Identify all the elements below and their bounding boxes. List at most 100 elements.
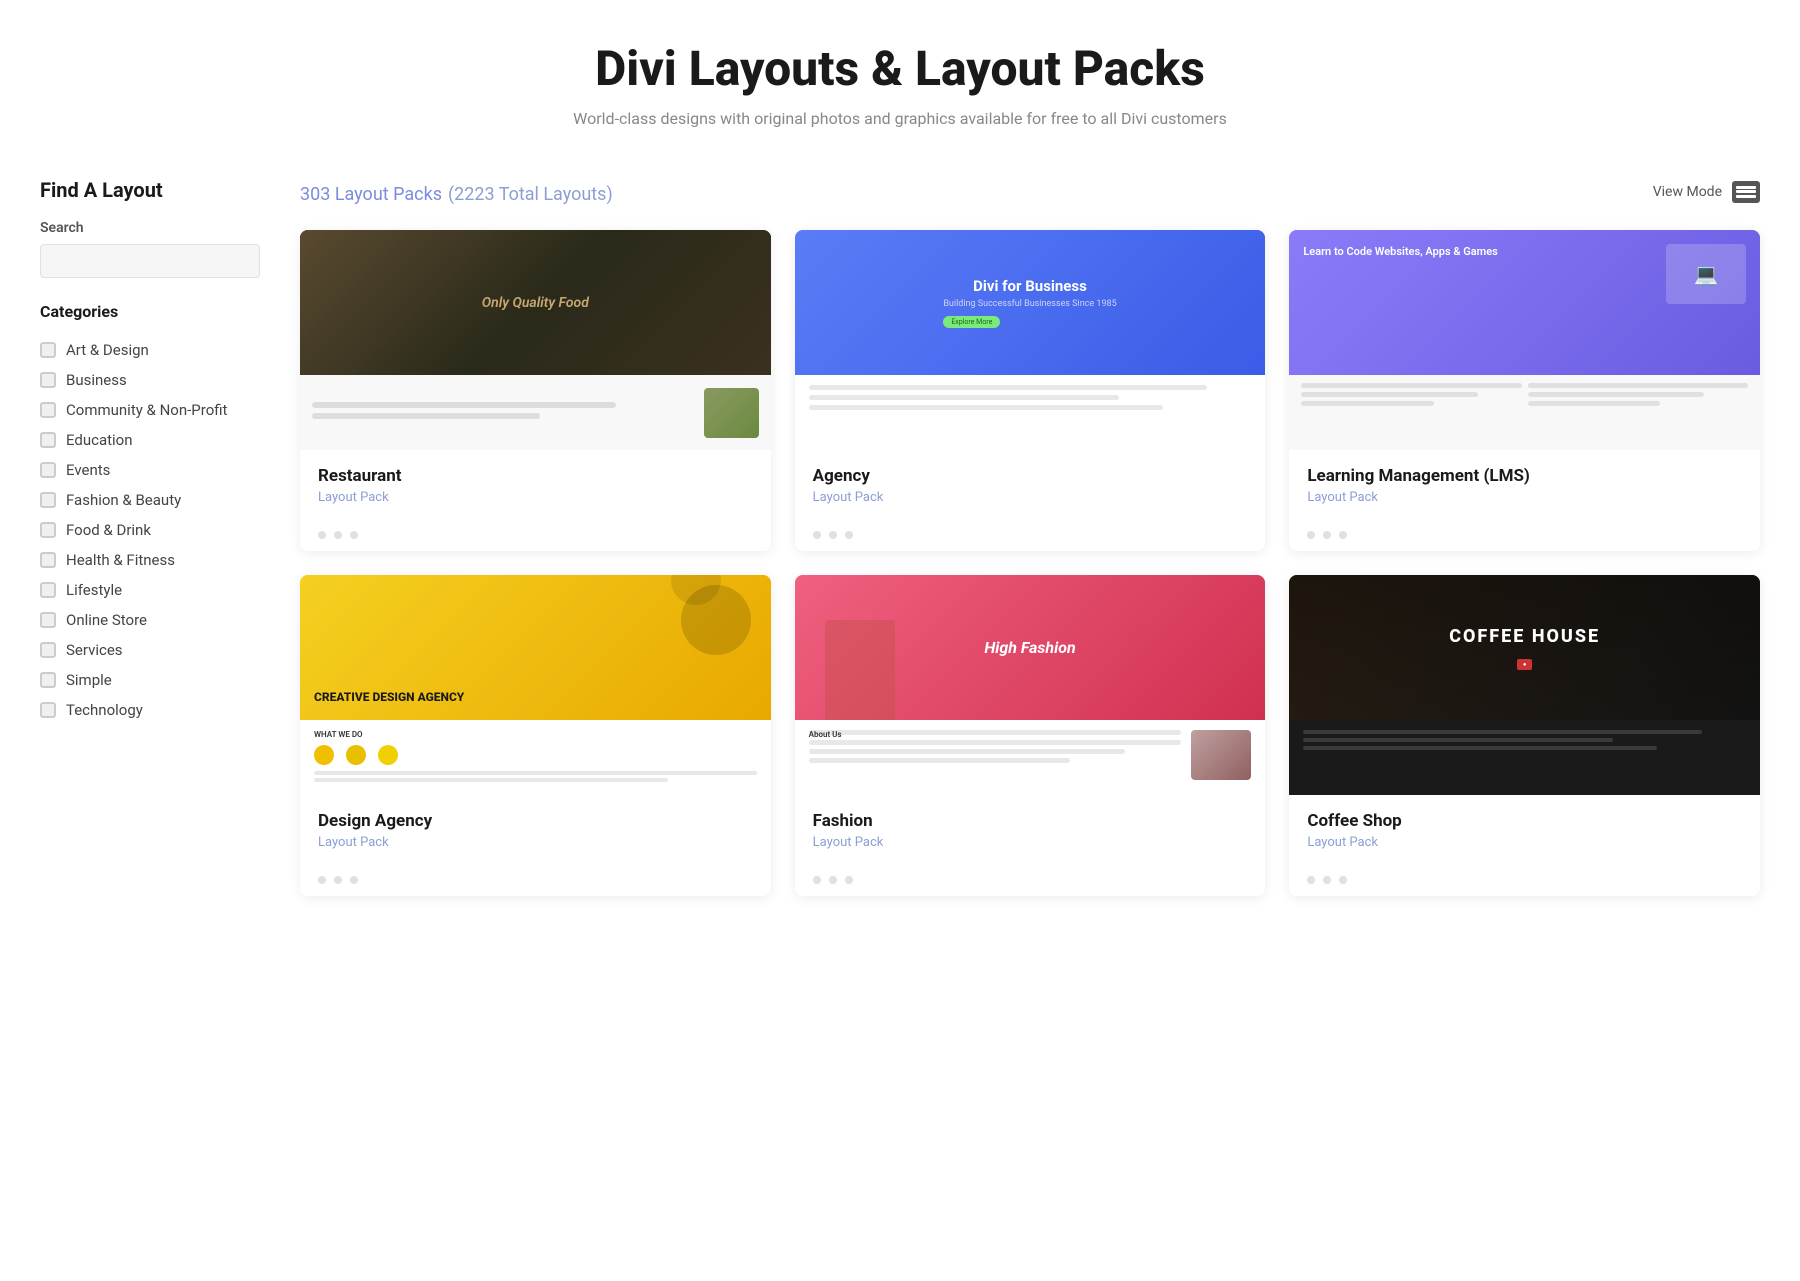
card-info-design-agency: Design Agency Layout Pack [300, 795, 771, 868]
card-title-fashion: Fashion [813, 811, 1248, 831]
category-item-lifestyle[interactable]: Lifestyle [40, 575, 260, 605]
category-checkbox-simple[interactable] [40, 672, 56, 688]
card-dot-1 [813, 876, 821, 884]
layout-count: 303 Layout Packs (2223 Total Layouts) [300, 178, 613, 206]
card-title-lms: Learning Management (LMS) [1307, 466, 1742, 486]
search-label: Search [40, 220, 260, 236]
card-preview-restaurant: Only Quality Food [300, 230, 771, 450]
card-footer-fashion [795, 868, 1266, 896]
main-content: 303 Layout Packs (2223 Total Layouts) Vi… [300, 178, 1760, 896]
layout-grid: Only Quality Food Restaurant Layout Pack [300, 230, 1760, 896]
card-dot-1 [318, 876, 326, 884]
layout-card-design-agency[interactable]: CREATIVE DESIGN AGENCY WHAT WE DO De [300, 575, 771, 896]
card-dot-3 [350, 876, 358, 884]
category-item-fashion-beauty[interactable]: Fashion & Beauty [40, 485, 260, 515]
categories-title: Categories [40, 302, 260, 321]
category-label-events: Events [66, 461, 110, 479]
category-item-food-drink[interactable]: Food & Drink [40, 515, 260, 545]
card-hero-text-design-agency: CREATIVE DESIGN AGENCY [314, 690, 464, 706]
card-info-lms: Learning Management (LMS) Layout Pack [1289, 450, 1760, 523]
card-hero-text-agency: Divi for Business [943, 277, 1116, 295]
layout-card-agency[interactable]: Divi for Business Building Successful Bu… [795, 230, 1266, 551]
card-dot-1 [813, 531, 821, 539]
layout-card-fashion[interactable]: High Fashion About Us Fashion Layout Pac… [795, 575, 1266, 896]
card-dot-2 [829, 531, 837, 539]
category-checkbox-services[interactable] [40, 642, 56, 658]
category-item-online-store[interactable]: Online Store [40, 605, 260, 635]
card-info-agency: Agency Layout Pack [795, 450, 1266, 523]
category-checkbox-education[interactable] [40, 432, 56, 448]
card-dot-2 [829, 876, 837, 884]
category-checkbox-health-fitness[interactable] [40, 552, 56, 568]
card-footer-agency [795, 523, 1266, 551]
category-label-technology: Technology [66, 701, 143, 719]
category-checkbox-business[interactable] [40, 372, 56, 388]
card-type-restaurant: Layout Pack [318, 490, 753, 505]
page-title: Divi Layouts & Layout Packs [20, 40, 1780, 97]
sidebar: Find A Layout Search Categories Art & De… [40, 178, 260, 896]
card-dot-1 [1307, 876, 1315, 884]
card-hero-text-lms: Learn to Code Websites, Apps & Games [1303, 244, 1497, 261]
category-label-services: Services [66, 641, 123, 659]
category-label-art-design: Art & Design [66, 341, 149, 359]
page-subtitle: World-class designs with original photos… [20, 109, 1780, 128]
view-mode-area: View Mode [1653, 181, 1760, 203]
card-type-coffee-shop: Layout Pack [1307, 835, 1742, 850]
card-footer-restaurant [300, 523, 771, 551]
category-checkbox-community[interactable] [40, 402, 56, 418]
main-layout: Find A Layout Search Categories Art & De… [0, 148, 1800, 926]
layout-card-restaurant[interactable]: Only Quality Food Restaurant Layout Pack [300, 230, 771, 551]
card-dot-2 [334, 531, 342, 539]
card-hero-text-coffee-shop: COFFEE HOUSE [1449, 626, 1600, 647]
card-title-design-agency: Design Agency [318, 811, 753, 831]
card-hero-text-restaurant: Only Quality Food [482, 295, 589, 311]
category-label-education: Education [66, 431, 133, 449]
layout-count-area: 303 Layout Packs (2223 Total Layouts) [300, 178, 613, 206]
card-dot-2 [1323, 531, 1331, 539]
category-label-fashion-beauty: Fashion & Beauty [66, 491, 181, 509]
category-checkbox-lifestyle[interactable] [40, 582, 56, 598]
content-header: 303 Layout Packs (2223 Total Layouts) Vi… [300, 178, 1760, 206]
card-title-restaurant: Restaurant [318, 466, 753, 486]
card-preview-design-agency: CREATIVE DESIGN AGENCY WHAT WE DO [300, 575, 771, 795]
category-item-simple[interactable]: Simple [40, 665, 260, 695]
view-mode-label: View Mode [1653, 184, 1722, 200]
card-preview-lms: Learn to Code Websites, Apps & Games 💻 [1289, 230, 1760, 450]
card-preview-agency: Divi for Business Building Successful Bu… [795, 230, 1266, 450]
category-item-education[interactable]: Education [40, 425, 260, 455]
category-item-art-design[interactable]: Art & Design [40, 335, 260, 365]
category-checkbox-fashion-beauty[interactable] [40, 492, 56, 508]
card-dot-3 [350, 531, 358, 539]
card-dot-2 [334, 876, 342, 884]
category-item-health-fitness[interactable]: Health & Fitness [40, 545, 260, 575]
category-item-business[interactable]: Business [40, 365, 260, 395]
category-label-food-drink: Food & Drink [66, 521, 151, 539]
layout-card-lms[interactable]: Learn to Code Websites, Apps & Games 💻 L… [1289, 230, 1760, 551]
page-header: Divi Layouts & Layout Packs World-class … [0, 0, 1800, 148]
category-checkbox-food-drink[interactable] [40, 522, 56, 538]
category-checkbox-art-design[interactable] [40, 342, 56, 358]
view-mode-button[interactable] [1732, 181, 1760, 203]
category-checkbox-online-store[interactable] [40, 612, 56, 628]
card-dot-2 [1323, 876, 1331, 884]
card-dot-1 [1307, 531, 1315, 539]
card-preview-coffee-shop: COFFEE HOUSE ● [1289, 575, 1760, 795]
card-type-agency: Layout Pack [813, 490, 1248, 505]
card-title-coffee-shop: Coffee Shop [1307, 811, 1742, 831]
layout-card-coffee-shop[interactable]: COFFEE HOUSE ● Coffee Shop Layout Pack [1289, 575, 1760, 896]
category-item-events[interactable]: Events [40, 455, 260, 485]
card-dot-3 [1339, 876, 1347, 884]
card-hero-text-fashion: High Fashion [984, 638, 1075, 657]
category-item-services[interactable]: Services [40, 635, 260, 665]
category-label-lifestyle: Lifestyle [66, 581, 122, 599]
search-input[interactable] [40, 244, 260, 278]
card-title-agency: Agency [813, 466, 1248, 486]
category-item-community[interactable]: Community & Non-Profit [40, 395, 260, 425]
category-item-technology[interactable]: Technology [40, 695, 260, 725]
category-checkbox-technology[interactable] [40, 702, 56, 718]
category-label-business: Business [66, 371, 127, 389]
card-info-fashion: Fashion Layout Pack [795, 795, 1266, 868]
categories-list: Art & Design Business Community & Non-Pr… [40, 335, 260, 725]
card-info-coffee-shop: Coffee Shop Layout Pack [1289, 795, 1760, 868]
category-checkbox-events[interactable] [40, 462, 56, 478]
